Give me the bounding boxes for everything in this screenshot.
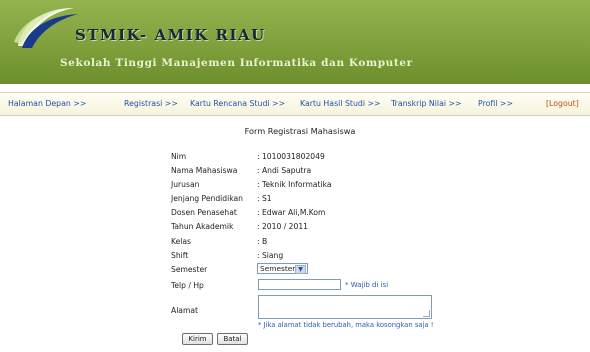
nav-krs[interactable]: Kartu Rencana Studi >> <box>190 99 285 108</box>
chevron-down-icon[interactable]: ▼ <box>295 265 306 274</box>
header-spacer <box>0 84 590 92</box>
field-nim: Nim : 1010031802049 <box>171 152 325 163</box>
resize-grip-icon[interactable] <box>423 310 430 317</box>
field-jenjang: Jenjang Pendidikan : S1 <box>171 194 272 205</box>
field-value: : Edwar Ali,M.Kom <box>257 208 326 217</box>
field-value: : S1 <box>257 194 272 203</box>
field-value: : Teknik Informatika <box>257 180 332 189</box>
submit-button[interactable]: Kirim <box>182 333 213 345</box>
field-label: Jurusan <box>171 180 200 189</box>
brand-title: STMIK- AMIK RIAU <box>75 26 266 44</box>
brand-tagline: Sekolah Tinggi Manajemen Informatika dan… <box>60 57 413 69</box>
nav-khs[interactable]: Kartu Hasil Studi >> <box>300 99 381 108</box>
nav-registrasi[interactable]: Registrasi >> <box>124 99 178 108</box>
field-label: Jenjang Pendidikan <box>171 194 243 203</box>
alamat-label: Alamat <box>171 306 198 315</box>
nav-profil[interactable]: Profil >> <box>478 99 513 108</box>
field-jurusan: Jurusan : Teknik Informatika <box>171 180 332 191</box>
cancel-button[interactable]: Batal <box>217 333 248 345</box>
logo-swoosh-icon <box>14 8 78 48</box>
field-label: Shift <box>171 251 189 260</box>
form-title: Form Registrasi Mahasiswa <box>244 126 356 136</box>
alamat-hint: * Jika alamat tidak berubah, maka kosong… <box>258 321 434 329</box>
field-label: Nim <box>171 152 187 161</box>
alamat-textarea[interactable] <box>258 295 432 319</box>
field-value: : Siang <box>257 251 284 260</box>
field-value: : 1010031802049 <box>257 152 325 161</box>
nav-halaman-depan[interactable]: Halaman Depan >> <box>8 99 86 108</box>
telp-required-hint: * Wajib di isi <box>345 281 389 289</box>
nav-bar: Halaman Depan >> Registrasi >> Kartu Ren… <box>0 92 590 116</box>
field-tahun: Tahun Akademik : 2010 / 2011 <box>171 222 308 233</box>
field-kelas: Kelas : B <box>171 237 267 248</box>
telp-label: Telp / Hp <box>171 281 204 290</box>
nav-logout[interactable]: [Logout] <box>546 99 579 108</box>
telp-input[interactable] <box>258 279 341 290</box>
field-label: Dosen Penasehat <box>171 208 237 217</box>
field-shift: Shift : Siang <box>171 251 283 262</box>
field-label: Kelas <box>171 237 191 246</box>
header-banner: STMIK- AMIK RIAU Sekolah Tinggi Manajeme… <box>0 0 590 84</box>
nav-transkrip[interactable]: Transkrip Nilai >> <box>391 99 462 108</box>
field-value: : Andi Saputra <box>257 166 312 175</box>
field-label: Nama Mahasiswa <box>171 166 238 175</box>
field-label: Tahun Akademik <box>171 222 234 231</box>
field-nama: Nama Mahasiswa : Andi Saputra <box>171 166 311 177</box>
field-alamat: Alamat <box>171 306 257 317</box>
field-telp: Telp / Hp <box>171 281 257 292</box>
semester-select[interactable]: Semester ▼ <box>257 263 308 274</box>
field-semester: Semester <box>171 265 257 276</box>
field-dosen: Dosen Penasehat : Edwar Ali,M.Kom <box>171 208 325 219</box>
field-value: : B <box>257 237 268 246</box>
semester-label: Semester <box>171 265 208 274</box>
field-value: : 2010 / 2011 <box>257 222 309 231</box>
semester-selected-value: Semester <box>260 264 296 273</box>
